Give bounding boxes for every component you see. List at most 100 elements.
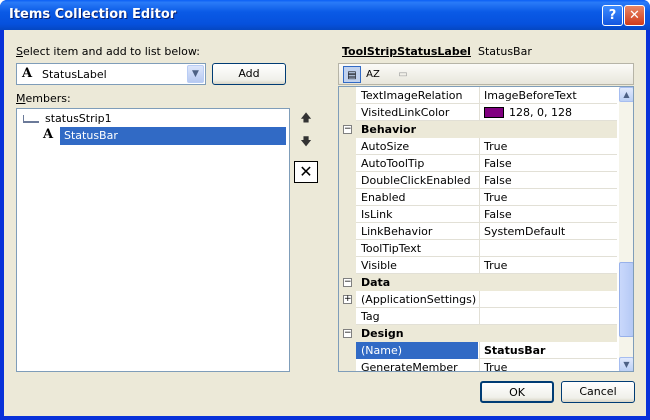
property-name: LinkBehavior	[361, 225, 433, 238]
property-name: VisitedLinkColor	[361, 106, 450, 119]
row-gutter	[339, 223, 356, 240]
property-value-text: False	[484, 208, 512, 221]
status-label-icon: A	[22, 66, 33, 81]
move-down-button[interactable]: 🡇	[295, 132, 317, 152]
property-grid-toolbar: ▤ AZ ▭	[338, 63, 634, 85]
property-pages-icon[interactable]: ▭	[394, 66, 412, 83]
cancel-button[interactable]: Cancel	[561, 381, 635, 403]
property-row[interactable]: Tag	[339, 308, 617, 325]
property-row[interactable]: AutoToolTip False	[339, 155, 617, 172]
property-name: Tag	[361, 310, 380, 323]
property-value[interactable]: StatusBar	[479, 342, 617, 359]
expand-icon[interactable]: +	[343, 295, 352, 304]
move-up-button[interactable]: 🡅	[295, 108, 317, 128]
close-button[interactable]: ✕	[624, 5, 645, 26]
row-gutter	[339, 257, 356, 274]
dialog-window: Items Collection Editor ? ✕ Select item …	[0, 0, 650, 420]
status-strip-icon	[23, 115, 39, 123]
tree-item-statusbar[interactable]: A StatusBar	[19, 127, 289, 145]
property-value-text: 128, 0, 128	[509, 106, 572, 119]
arrow-down-icon: 🡇	[300, 135, 312, 148]
categorized-icon[interactable]: ▤	[343, 66, 361, 83]
color-swatch	[484, 107, 504, 118]
property-name: AutoSize	[361, 140, 410, 153]
property-name: TextImageRelation	[361, 89, 463, 102]
property-value[interactable]: ImageBeforeText	[479, 87, 617, 104]
tree-item-label: statusStrip1	[45, 112, 112, 125]
row-gutter	[339, 206, 356, 223]
property-name: IsLink	[361, 208, 393, 221]
property-name: AutoToolTip	[361, 157, 425, 170]
chevron-down-icon[interactable]: ▼	[187, 65, 204, 83]
property-row[interactable]: AutoSize True	[339, 138, 617, 155]
vertical-scrollbar[interactable]: ▲ ▼	[619, 87, 633, 371]
property-row[interactable]: Visible True	[339, 257, 617, 274]
property-row[interactable]: GenerateMember True	[339, 359, 617, 372]
property-value[interactable]	[479, 291, 617, 308]
select-item-label: Select item and add to list below:	[16, 45, 201, 58]
scroll-up-icon[interactable]: ▲	[619, 87, 633, 102]
row-gutter	[339, 342, 356, 359]
alphabetical-icon[interactable]: AZ	[364, 66, 382, 83]
property-row[interactable]: VisitedLinkColor 128, 0, 128	[339, 104, 617, 121]
row-gutter	[339, 359, 356, 371]
item-type-combo[interactable]: A StatusLabel ▼	[16, 63, 206, 85]
category-label: Design	[361, 327, 404, 340]
property-name: Visible	[361, 259, 397, 272]
property-name: (Name)	[356, 342, 478, 359]
property-value[interactable]	[479, 240, 617, 257]
property-name: ToolTipText	[361, 242, 422, 255]
property-value[interactable]: SystemDefault	[479, 223, 617, 240]
property-value[interactable]: 128, 0, 128	[479, 104, 617, 121]
category-row[interactable]: − Data	[339, 274, 617, 291]
property-value[interactable]: True	[479, 257, 617, 274]
tree-item-label: StatusBar	[60, 127, 286, 145]
property-grid-object: StatusBar	[478, 45, 532, 58]
title-bar[interactable]: Items Collection Editor ? ✕	[0, 0, 650, 30]
property-row[interactable]: LinkBehavior SystemDefault	[339, 223, 617, 240]
property-name: (ApplicationSettings)	[361, 293, 477, 306]
property-name: Enabled	[361, 191, 406, 204]
property-grid[interactable]: TextImageRelation ImageBeforeText VisitedL…	[338, 86, 634, 372]
property-value[interactable]: False	[479, 172, 617, 189]
category-row[interactable]: − Behavior	[339, 121, 617, 138]
row-gutter	[339, 172, 356, 189]
property-value-text: True	[484, 191, 508, 204]
collapse-icon[interactable]: −	[343, 278, 352, 287]
scrollbar-thumb[interactable]	[619, 262, 633, 337]
row-gutter	[339, 155, 356, 172]
property-row[interactable]: + (ApplicationSettings)	[339, 291, 617, 308]
property-row[interactable]: Enabled True	[339, 189, 617, 206]
property-value[interactable]: False	[479, 206, 617, 223]
property-value-text: True	[484, 361, 508, 372]
add-button[interactable]: Add	[212, 63, 286, 85]
property-value[interactable]: False	[479, 155, 617, 172]
property-value-text: SystemDefault	[484, 225, 566, 238]
help-button[interactable]: ?	[602, 5, 623, 26]
status-label-icon: A	[43, 127, 54, 142]
item-type-value: StatusLabel	[42, 68, 107, 81]
scroll-down-icon[interactable]: ▼	[619, 357, 633, 371]
property-row[interactable]: DoubleClickEnabled False	[339, 172, 617, 189]
row-gutter	[339, 104, 356, 121]
members-tree[interactable]: statusStrip1 A StatusBar	[16, 108, 290, 372]
property-grid-type: ToolStripStatusLabel	[342, 45, 471, 58]
property-value[interactable]: True	[479, 189, 617, 206]
category-label: Behavior	[361, 123, 417, 136]
property-value[interactable]	[479, 308, 617, 325]
property-row[interactable]: IsLink False	[339, 206, 617, 223]
collapse-icon[interactable]: −	[343, 125, 352, 134]
category-row[interactable]: − Design	[339, 325, 617, 342]
row-gutter	[339, 308, 356, 325]
ok-button[interactable]: OK	[480, 381, 554, 403]
collapse-icon[interactable]: −	[343, 329, 352, 338]
property-value[interactable]: True	[479, 138, 617, 155]
property-row[interactable]: (Name) StatusBar	[339, 342, 617, 359]
property-value-text: ImageBeforeText	[484, 89, 577, 102]
property-value[interactable]: True	[479, 359, 617, 372]
delete-button[interactable]: ✕	[294, 161, 318, 183]
property-value-text: True	[484, 259, 508, 272]
property-row[interactable]: ToolTipText	[339, 240, 617, 257]
property-row[interactable]: TextImageRelation ImageBeforeText	[339, 87, 617, 104]
tree-item-statusstrip[interactable]: statusStrip1	[19, 110, 289, 128]
